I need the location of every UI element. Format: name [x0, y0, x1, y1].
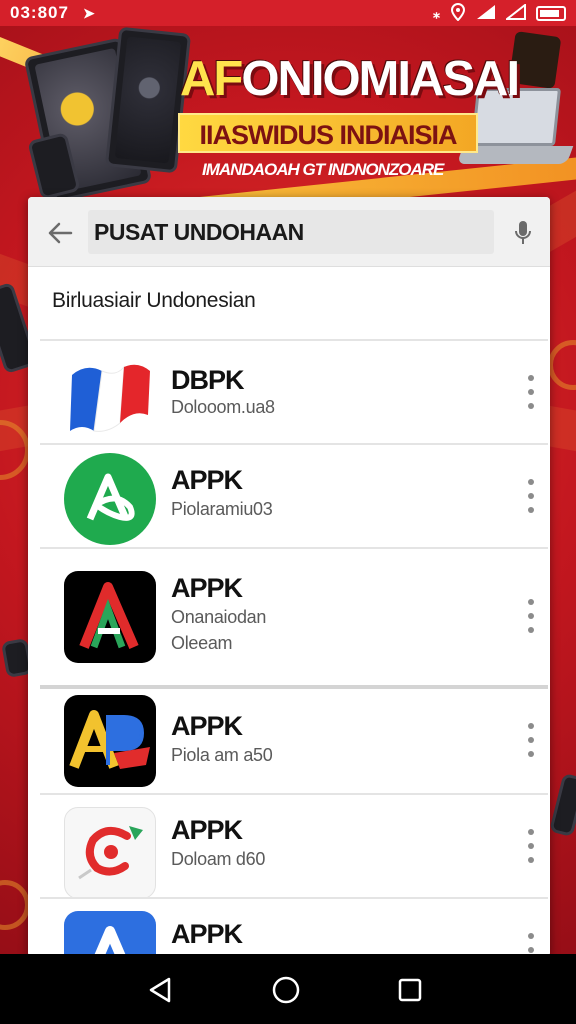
app-title: APPK — [171, 465, 243, 495]
promo-banner[interactable]: AFONIOMIASAI IIASWIDUS INDIAISIA IMANDAO… — [0, 26, 576, 204]
app-subtitle-secondary: Oleeam — [171, 633, 233, 653]
battery-icon — [536, 5, 566, 21]
search-input[interactable]: PUSAT UNDOHAAN — [88, 210, 494, 254]
blue-a-logo-icon — [64, 911, 156, 957]
system-navigation-bar — [0, 954, 576, 1024]
search-results-card: PUSAT UNDOHAAN Birluasiair Undonesian DB… — [28, 197, 550, 957]
back-triangle-icon[interactable] — [140, 970, 180, 1010]
section-heading: Birluasiair Undonesian — [52, 289, 256, 312]
home-circle-icon[interactable] — [266, 970, 306, 1010]
app-title: APPK — [171, 573, 243, 603]
microphone-icon[interactable] — [506, 215, 540, 251]
app-list-item[interactable]: APPK Onanaiodan Oleeam — [40, 547, 548, 685]
bluetooth-icon: ⁎ — [433, 4, 440, 21]
app-list-item[interactable]: APPK Doloam d60 — [40, 793, 548, 899]
recents-square-icon[interactable] — [390, 970, 430, 1010]
ap-logo-icon — [64, 695, 156, 787]
app-subtitle: Dolooom.ua8 — [171, 397, 275, 417]
more-options-icon[interactable] — [524, 829, 538, 863]
banner-tagline: IMANDAOAH GT INDNONZOARE — [202, 160, 444, 179]
navigation-arrow-icon: ➤ — [82, 4, 95, 21]
back-arrow-icon[interactable] — [42, 215, 78, 251]
flag-ribbon-icon — [64, 353, 156, 445]
app-subtitle: Doloam d60 — [171, 849, 266, 869]
decorative-coin — [548, 340, 576, 390]
app-title: APPK — [171, 815, 243, 845]
decorative-coin — [0, 880, 30, 930]
banner-headline: AFONIOMIASAI — [180, 52, 520, 106]
location-icon — [450, 2, 466, 24]
more-options-icon[interactable] — [524, 479, 538, 513]
red-swirl-logo-icon — [64, 807, 156, 899]
striped-a-logo-icon — [64, 571, 156, 663]
app-list-item[interactable]: APPK Piolaramiu03 — [40, 443, 548, 547]
green-a-logo-icon — [64, 453, 156, 545]
signal-icon — [476, 4, 496, 23]
app-title: DBPK — [171, 365, 245, 395]
app-list-item[interactable]: APPK Piola am a50 — [40, 685, 548, 793]
app-list-item[interactable]: DBPK Dolooom.ua8 — [40, 339, 548, 445]
status-time: 03:807 — [10, 3, 69, 22]
app-subtitle: Piolaramiu03 — [171, 499, 273, 519]
app-title: APPK — [171, 919, 243, 949]
app-title: APPK — [171, 711, 243, 741]
banner-subline: IIASWIDUS INDIAISIA — [178, 113, 478, 153]
signal-icon — [504, 2, 526, 23]
search-bar: PUSAT UNDOHAAN — [28, 197, 550, 267]
decorative-phone — [549, 772, 576, 838]
status-bar: 03:807 ➤ ⁎ — [0, 0, 576, 26]
status-icons: ⁎ — [433, 2, 566, 24]
more-options-icon[interactable] — [524, 723, 538, 757]
more-options-icon[interactable] — [524, 375, 538, 409]
app-subtitle: Piola am a50 — [171, 745, 273, 765]
app-list-item[interactable]: APPK — [40, 897, 548, 957]
app-subtitle: Onanaiodan — [171, 607, 267, 627]
more-options-icon[interactable] — [524, 599, 538, 633]
